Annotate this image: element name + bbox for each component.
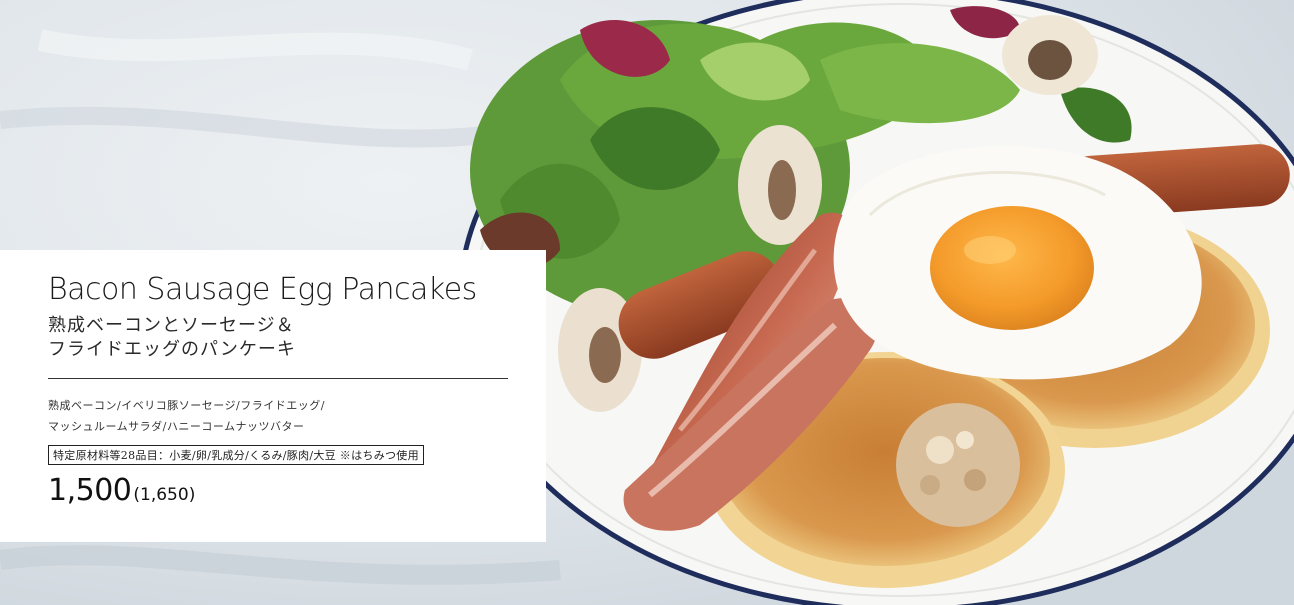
- menu-title-ja-line2: フライドエッグのパンケーキ: [48, 339, 296, 360]
- menu-title-en: Bacon Sausage Egg Pancakes: [48, 272, 477, 307]
- divider: [48, 378, 508, 379]
- menu-card: Bacon Sausage Egg Pancakes 熟成ベーコンとソーセージ＆…: [0, 250, 546, 542]
- honeycomb-nut-butter: [896, 403, 1020, 527]
- price-with-tax: (1,650): [133, 485, 196, 505]
- menu-title-ja: 熟成ベーコンとソーセージ＆ フライドエッグのパンケーキ: [48, 314, 508, 362]
- price: 1,500 (1,650): [48, 473, 508, 508]
- ingredient-line1: 熟成ベーコン/イベリコ豚ソーセージ/フライドエッグ/: [48, 399, 325, 412]
- ingredient-line2: マッシュルームサラダ/ハニーコームナッツバター: [48, 420, 305, 433]
- menu-title-ja-line1: 熟成ベーコンとソーセージ＆: [48, 315, 295, 336]
- ingredient-list: 熟成ベーコン/イベリコ豚ソーセージ/フライドエッグ/ マッシュルームサラダ/ハニ…: [48, 395, 508, 437]
- price-main: 1,500: [48, 473, 132, 508]
- allergen-note: 特定原材料等28品目：小麦/卵/乳成分/くるみ/豚肉/大豆 ※はちみつ使用: [48, 445, 424, 465]
